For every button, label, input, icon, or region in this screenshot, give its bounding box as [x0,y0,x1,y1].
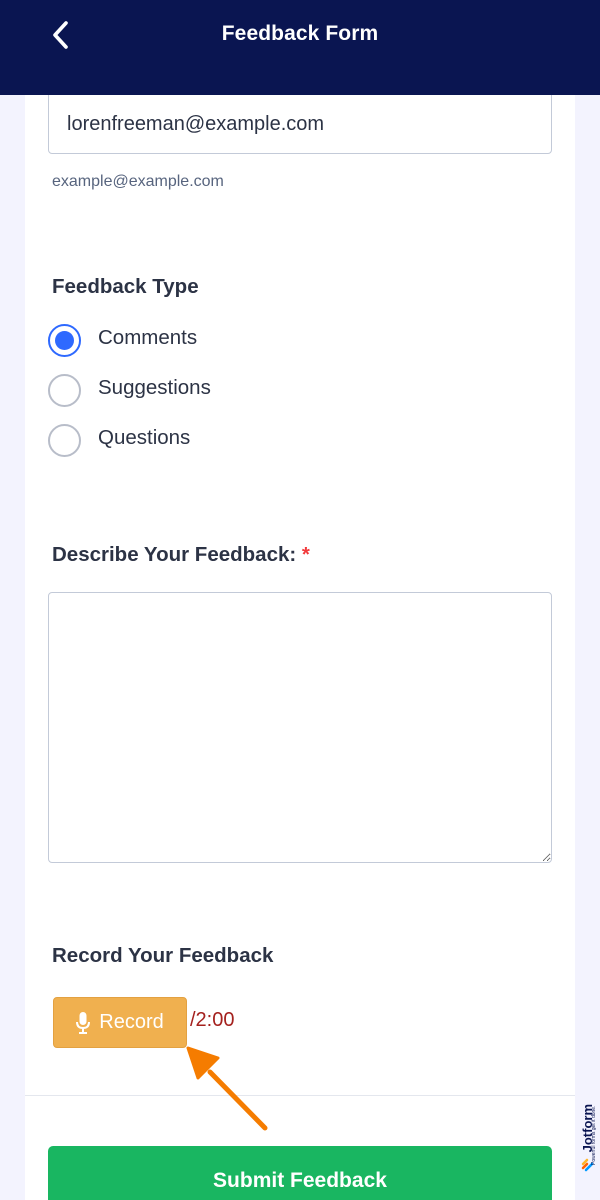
radio-option-suggestions[interactable]: Suggestions [48,373,211,407]
radio-label: Suggestions [98,376,211,399]
radio-option-comments[interactable]: Comments [48,323,197,357]
record-button[interactable]: Record [53,997,187,1048]
feedback-type-label: Feedback Type [52,275,199,298]
describe-feedback-label: Describe Your Feedback: * [52,543,310,567]
divider [25,1095,575,1096]
record-feedback-label: Record Your Feedback [52,944,274,967]
page-title: Feedback Form [221,22,379,45]
app-header: Feedback Form [0,0,600,95]
record-timer: /2:00 [190,1009,235,1031]
feedback-textarea[interactable] [48,592,552,863]
radio-option-questions[interactable]: Questions [48,423,190,457]
radio-label: Questions [98,426,191,449]
email-input[interactable] [48,85,552,154]
microphone-icon [76,1011,91,1034]
radio-button[interactable] [48,373,81,407]
radio-button[interactable] [48,423,81,457]
record-button-label: Record [99,1011,164,1033]
radio-label: Comments [98,326,198,349]
submit-button[interactable]: Submit Feedback [48,1146,552,1200]
jotform-tagline: Powerful forms get it done. [591,1105,597,1165]
pointer-arrow-icon [186,1046,268,1131]
form-card: example@example.com Feedback Type Commen… [25,85,575,1200]
required-mark: * [301,543,310,566]
email-sublabel: example@example.com [52,173,224,190]
radio-button[interactable] [48,323,81,357]
describe-feedback-label-text: Describe Your Feedback: [52,543,297,566]
